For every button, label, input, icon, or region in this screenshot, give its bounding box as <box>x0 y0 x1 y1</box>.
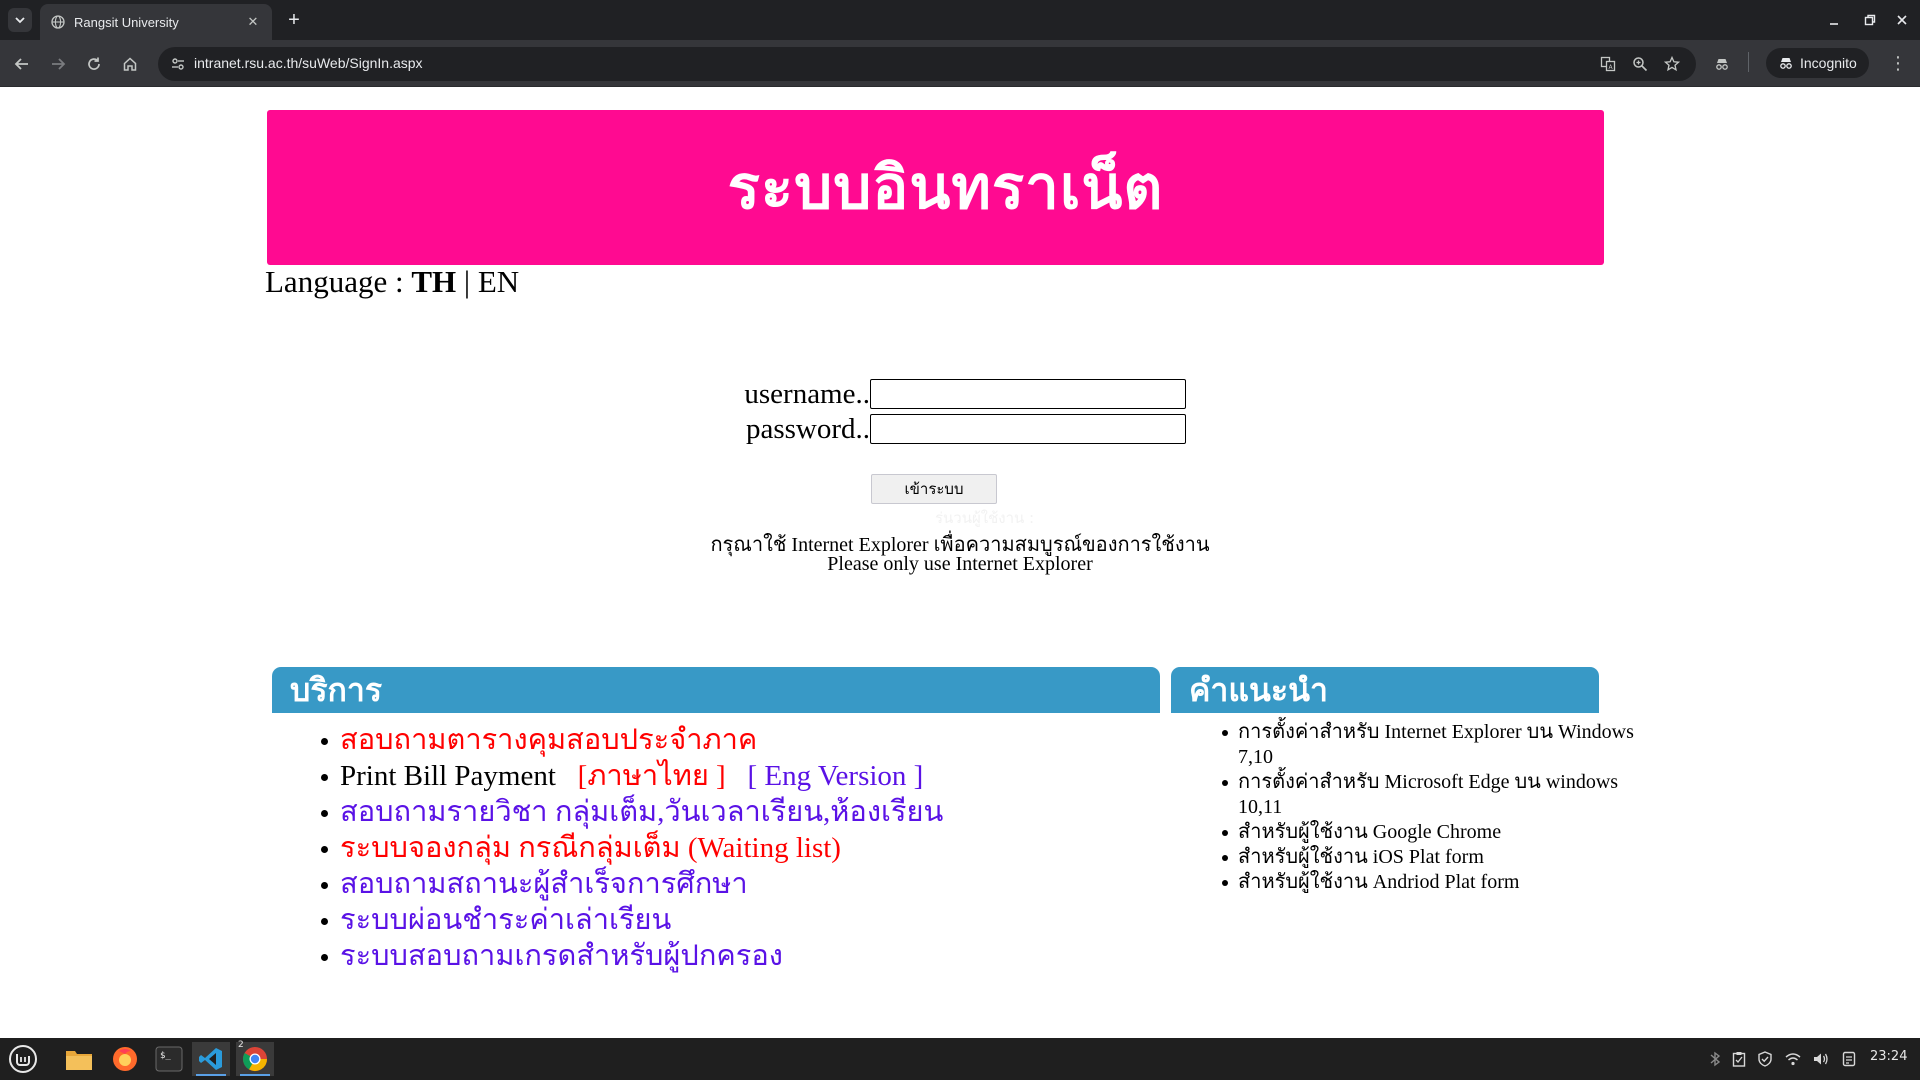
list-item[interactable]: สำหรับผู้ใช้งาน Google Chrome <box>1222 820 1638 845</box>
tab-title: Rangsit University <box>74 14 179 30</box>
bookmark-star-icon[interactable] <box>1660 52 1684 76</box>
new-tab-button[interactable]: + <box>282 8 306 32</box>
sign-in-button[interactable]: เข้าระบบ <box>871 474 997 504</box>
os-taskbar: $_ 2 23:24 <box>0 1038 1920 1080</box>
list-item: สอบถามสถานะผู้สำเร็จการศึกษา <box>320 866 943 902</box>
svg-text:$_: $_ <box>160 1051 171 1061</box>
incognito-indicator[interactable]: Incognito <box>1766 48 1869 78</box>
minimize-icon[interactable] <box>1820 8 1848 32</box>
print-bill-label: Print Bill Payment <box>340 760 556 792</box>
banner-title: ระบบอินทราเน็ต <box>727 153 1164 223</box>
vscode-icon[interactable] <box>192 1042 230 1076</box>
parent-grade-link[interactable]: ระบบสอบถามเกรดสำหรับผู้ปกครอง <box>340 940 783 972</box>
volume-icon[interactable] <box>1812 1050 1830 1068</box>
list-item[interactable]: สำหรับผู้ใช้งาน Andriod Plat form <box>1222 870 1638 895</box>
bluetooth-icon[interactable] <box>1706 1050 1724 1068</box>
incognito-label: Incognito <box>1800 55 1857 71</box>
chrome-window-count-badge: 2 <box>238 1040 244 1050</box>
tip-android-link[interactable]: สำหรับผู้ใช้งาน Andriod Plat form <box>1238 871 1519 893</box>
password-input[interactable] <box>870 414 1186 444</box>
tip-edge-link[interactable]: การตั้งค่าสำหรับ Microsoft Edge บน windo… <box>1238 771 1618 818</box>
tab-rangsit[interactable]: Rangsit University ✕ <box>40 4 272 40</box>
linux-mint-menu-icon[interactable] <box>4 1042 42 1076</box>
ghost-text: ร่นวนผู้ใช้งาน : <box>935 509 1035 527</box>
toolbar-divider <box>1748 52 1749 72</box>
translate-icon[interactable]: A <box>1596 52 1620 76</box>
username-input[interactable] <box>870 379 1186 409</box>
clipboard-icon[interactable] <box>1730 1050 1748 1068</box>
browser-toolbar: intranet.rsu.ac.th/suWeb/SignIn.aspx A <box>0 40 1920 87</box>
home-icon[interactable] <box>116 50 144 78</box>
back-icon[interactable] <box>8 50 36 78</box>
language-en-link[interactable]: EN <box>478 264 519 299</box>
language-prefix: Language : <box>265 264 412 299</box>
list-item[interactable]: สำหรับผู้ใช้งาน iOS Plat form <box>1222 845 1638 870</box>
globe-icon <box>50 14 66 30</box>
waiting-list-link[interactable]: ระบบจองกลุ่ม กรณีกลุ่มเต็ม (Waiting list… <box>340 832 841 864</box>
tuition-installment-link[interactable]: ระบบผ่อนชำระค่าเล่าเรียน <box>340 904 671 936</box>
incognito-icon <box>1780 58 1792 69</box>
intranet-banner: ระบบอินทราเน็ต <box>267 110 1604 265</box>
services-list: สอบถามตารางคุมสอบประจำภาค Print Bill Pay… <box>320 722 943 974</box>
list-item: ระบบจองกลุ่ม กรณีกลุ่มเต็ม (Waiting list… <box>320 830 943 866</box>
list-item: ระบบสอบถามเกรดสำหรับผู้ปกครอง <box>320 938 943 974</box>
tips-heading: คำแนะนำ <box>1171 667 1599 713</box>
address-bar[interactable]: intranet.rsu.ac.th/suWeb/SignIn.aspx A <box>158 47 1696 81</box>
browser-menu-icon[interactable]: ⋮ <box>1886 50 1910 76</box>
files-icon[interactable] <box>60 1042 98 1076</box>
wifi-icon[interactable] <box>1784 1050 1802 1068</box>
url-text: intranet.rsu.ac.th/suWeb/SignIn.aspx <box>194 55 423 71</box>
tip-ios-link[interactable]: สำหรับผู้ใช้งาน iOS Plat form <box>1238 846 1484 868</box>
close-window-icon[interactable] <box>1888 8 1916 32</box>
exam-schedule-link[interactable]: สอบถามตารางคุมสอบประจำภาค <box>340 724 757 756</box>
course-query-link[interactable]: สอบถามรายวิชา กลุ่มเต็ม,วันเวลาเรียน,ห้อ… <box>340 796 943 828</box>
site-info-icon[interactable] <box>166 52 190 76</box>
services-heading: บริการ <box>272 667 1160 713</box>
reload-icon[interactable] <box>80 50 108 78</box>
language-th-link[interactable]: TH <box>411 264 456 299</box>
list-item: สอบถามรายวิชา กลุ่มเต็ม,วันเวลาเรียน,ห้อ… <box>320 794 943 830</box>
tab-strip: Rangsit University ✕ + <box>0 0 1920 40</box>
active-indicator <box>196 1074 226 1076</box>
zoom-icon[interactable] <box>1628 52 1652 76</box>
language-separator: | <box>456 264 478 299</box>
graduation-status-link[interactable]: สอบถามสถานะผู้สำเร็จการศึกษา <box>340 868 748 900</box>
terminal-icon[interactable]: $_ <box>150 1042 188 1076</box>
page-body: ระบบอินทราเน็ต Language : TH | EN userna… <box>0 88 1920 1038</box>
shield-icon[interactable] <box>1756 1050 1774 1068</box>
active-indicator <box>240 1074 270 1076</box>
list-item[interactable]: การตั้งค่าสำหรับ Internet Explorer บน Wi… <box>1222 720 1638 770</box>
forward-icon[interactable] <box>44 50 72 78</box>
tip-chrome-link[interactable]: สำหรับผู้ใช้งาน Google Chrome <box>1238 821 1501 843</box>
list-item: Print Bill Payment [ภาษาไทย ] [ Eng Vers… <box>320 758 943 794</box>
password-label: password.. <box>745 413 870 445</box>
tips-heading-text: คำแนะนำ <box>1189 670 1328 709</box>
tab-search-button[interactable] <box>8 8 32 32</box>
list-item: ระบบผ่อนชำระค่าเล่าเรียน <box>320 902 943 938</box>
browser-note-en: Please only use Internet Explorer <box>827 553 1093 575</box>
close-tab-icon[interactable]: ✕ <box>244 13 262 31</box>
tip-ie-link[interactable]: การตั้งค่าสำหรับ Internet Explorer บน Wi… <box>1238 721 1634 768</box>
clock[interactable]: 23:24 <box>1870 1049 1907 1064</box>
chevron-down-icon <box>15 17 25 24</box>
chrome-icon[interactable]: 2 <box>236 1040 274 1076</box>
restore-icon[interactable] <box>1856 8 1884 32</box>
username-label: username.. <box>744 378 870 410</box>
list-item[interactable]: การตั้งค่าสำหรับ Microsoft Edge บน windo… <box>1222 770 1638 820</box>
tips-list: การตั้งค่าสำหรับ Internet Explorer บน Wi… <box>1222 720 1638 895</box>
list-item: สอบถามตารางคุมสอบประจำภาค <box>320 722 943 758</box>
incognito-spy-icon[interactable] <box>1710 52 1734 76</box>
print-bill-eng-link[interactable]: [ Eng Version ] <box>747 760 923 792</box>
notes-icon[interactable] <box>1840 1050 1858 1068</box>
print-bill-thai-link[interactable]: [ภาษาไทย ] <box>578 760 726 792</box>
firefox-icon[interactable] <box>106 1042 144 1076</box>
services-heading-text: บริการ <box>290 670 383 709</box>
language-switcher: Language : TH | EN <box>265 264 519 300</box>
